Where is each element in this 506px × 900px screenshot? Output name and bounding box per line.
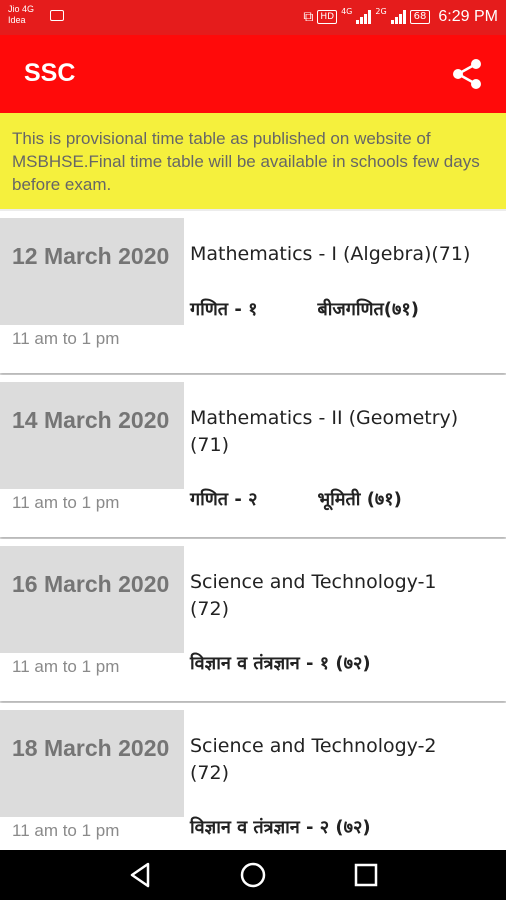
navigation-bar [0, 850, 506, 900]
carrier-info: Jio 4G Idea [8, 4, 34, 26]
status-time: 6:29 PM [438, 8, 498, 25]
status-icons: ⧉ HD 4G 2G 68 6:29 PM [303, 6, 498, 28]
subject-marathi-part-1: गणित - १ [190, 299, 258, 320]
app-bar: SSC [0, 35, 506, 113]
exam-time: 11 am to 1 pm [12, 657, 120, 676]
subject-marathi-part-2: बीजगणित(७१) [317, 299, 419, 320]
subject-marathi: गणित - २ भूमिती (७१) [190, 487, 402, 511]
subject-marathi-part-1: गणित - २ [190, 489, 258, 510]
exam-card[interactable]: 18 March 2020 11 am to 1 pm Science and … [0, 703, 506, 850]
subject-marathi: गणित - १ बीजगणित(७१) [190, 297, 419, 321]
app-title: SSC [24, 59, 76, 87]
exam-date: 16 March 2020 [12, 571, 170, 597]
hotspot-icon: ⧉ [303, 9, 314, 25]
exam-card[interactable]: 12 March 2020 11 am to 1 pm Mathematics … [0, 211, 506, 373]
subject-marathi: विज्ञान व तंत्रज्ञान - २ (७२) [190, 815, 371, 839]
exam-card[interactable]: 14 March 2020 11 am to 1 pm Mathematics … [0, 375, 506, 537]
image-icon [50, 10, 64, 21]
carrier-line-2: Idea [8, 15, 26, 25]
share-icon[interactable] [450, 57, 484, 91]
network-type-2: 2G [375, 7, 387, 16]
signal-icon [390, 10, 406, 24]
recents-icon[interactable] [351, 860, 381, 890]
date-box [0, 710, 184, 817]
exam-time: 11 am to 1 pm [12, 493, 120, 512]
exam-date: 14 March 2020 [12, 407, 170, 433]
subject-marathi-part-1: विज्ञान व तंत्रज्ञान - १ (७२) [190, 653, 371, 674]
exam-time: 11 am to 1 pm [12, 329, 120, 348]
signal-icon [356, 10, 372, 24]
exam-list[interactable]: 12 March 2020 11 am to 1 pm Mathematics … [0, 211, 506, 850]
subject-marathi-part-1: विज्ञान व तंत्रज्ञान - २ (७२) [190, 817, 371, 838]
subject-marathi-part-2: भूमिती (७१) [317, 489, 402, 510]
back-icon[interactable] [126, 860, 156, 890]
network-type-1: 4G [341, 7, 353, 16]
hd-badge: HD [317, 10, 338, 24]
exam-date: 12 March 2020 [12, 243, 170, 269]
subject-english: Mathematics - I (Algebra)(71) [190, 243, 471, 265]
battery-icon: 68 [409, 10, 431, 24]
subject-english: Science and Technology-2 (72) [190, 735, 437, 784]
exam-date: 18 March 2020 [12, 735, 170, 761]
date-box [0, 382, 184, 489]
carrier-line-1: Jio 4G [8, 4, 35, 14]
status-bar: Jio 4G Idea ⧉ HD 4G 2G 68 6:29 PM [0, 0, 506, 35]
notice-text: This is provisional time table as publis… [12, 129, 480, 194]
date-box [0, 546, 184, 653]
subject-english: Science and Technology-1 (72) [190, 571, 437, 620]
subject-english: Mathematics - II (Geometry)(71) [190, 407, 459, 456]
exam-card[interactable]: 16 March 2020 11 am to 1 pm Science and … [0, 539, 506, 701]
subject-marathi: विज्ञान व तंत्रज्ञान - १ (७२) [190, 651, 371, 675]
provisional-notice: This is provisional time table as publis… [0, 113, 506, 209]
exam-time: 11 am to 1 pm [12, 821, 120, 840]
home-icon[interactable] [238, 860, 268, 890]
date-box [0, 218, 184, 325]
